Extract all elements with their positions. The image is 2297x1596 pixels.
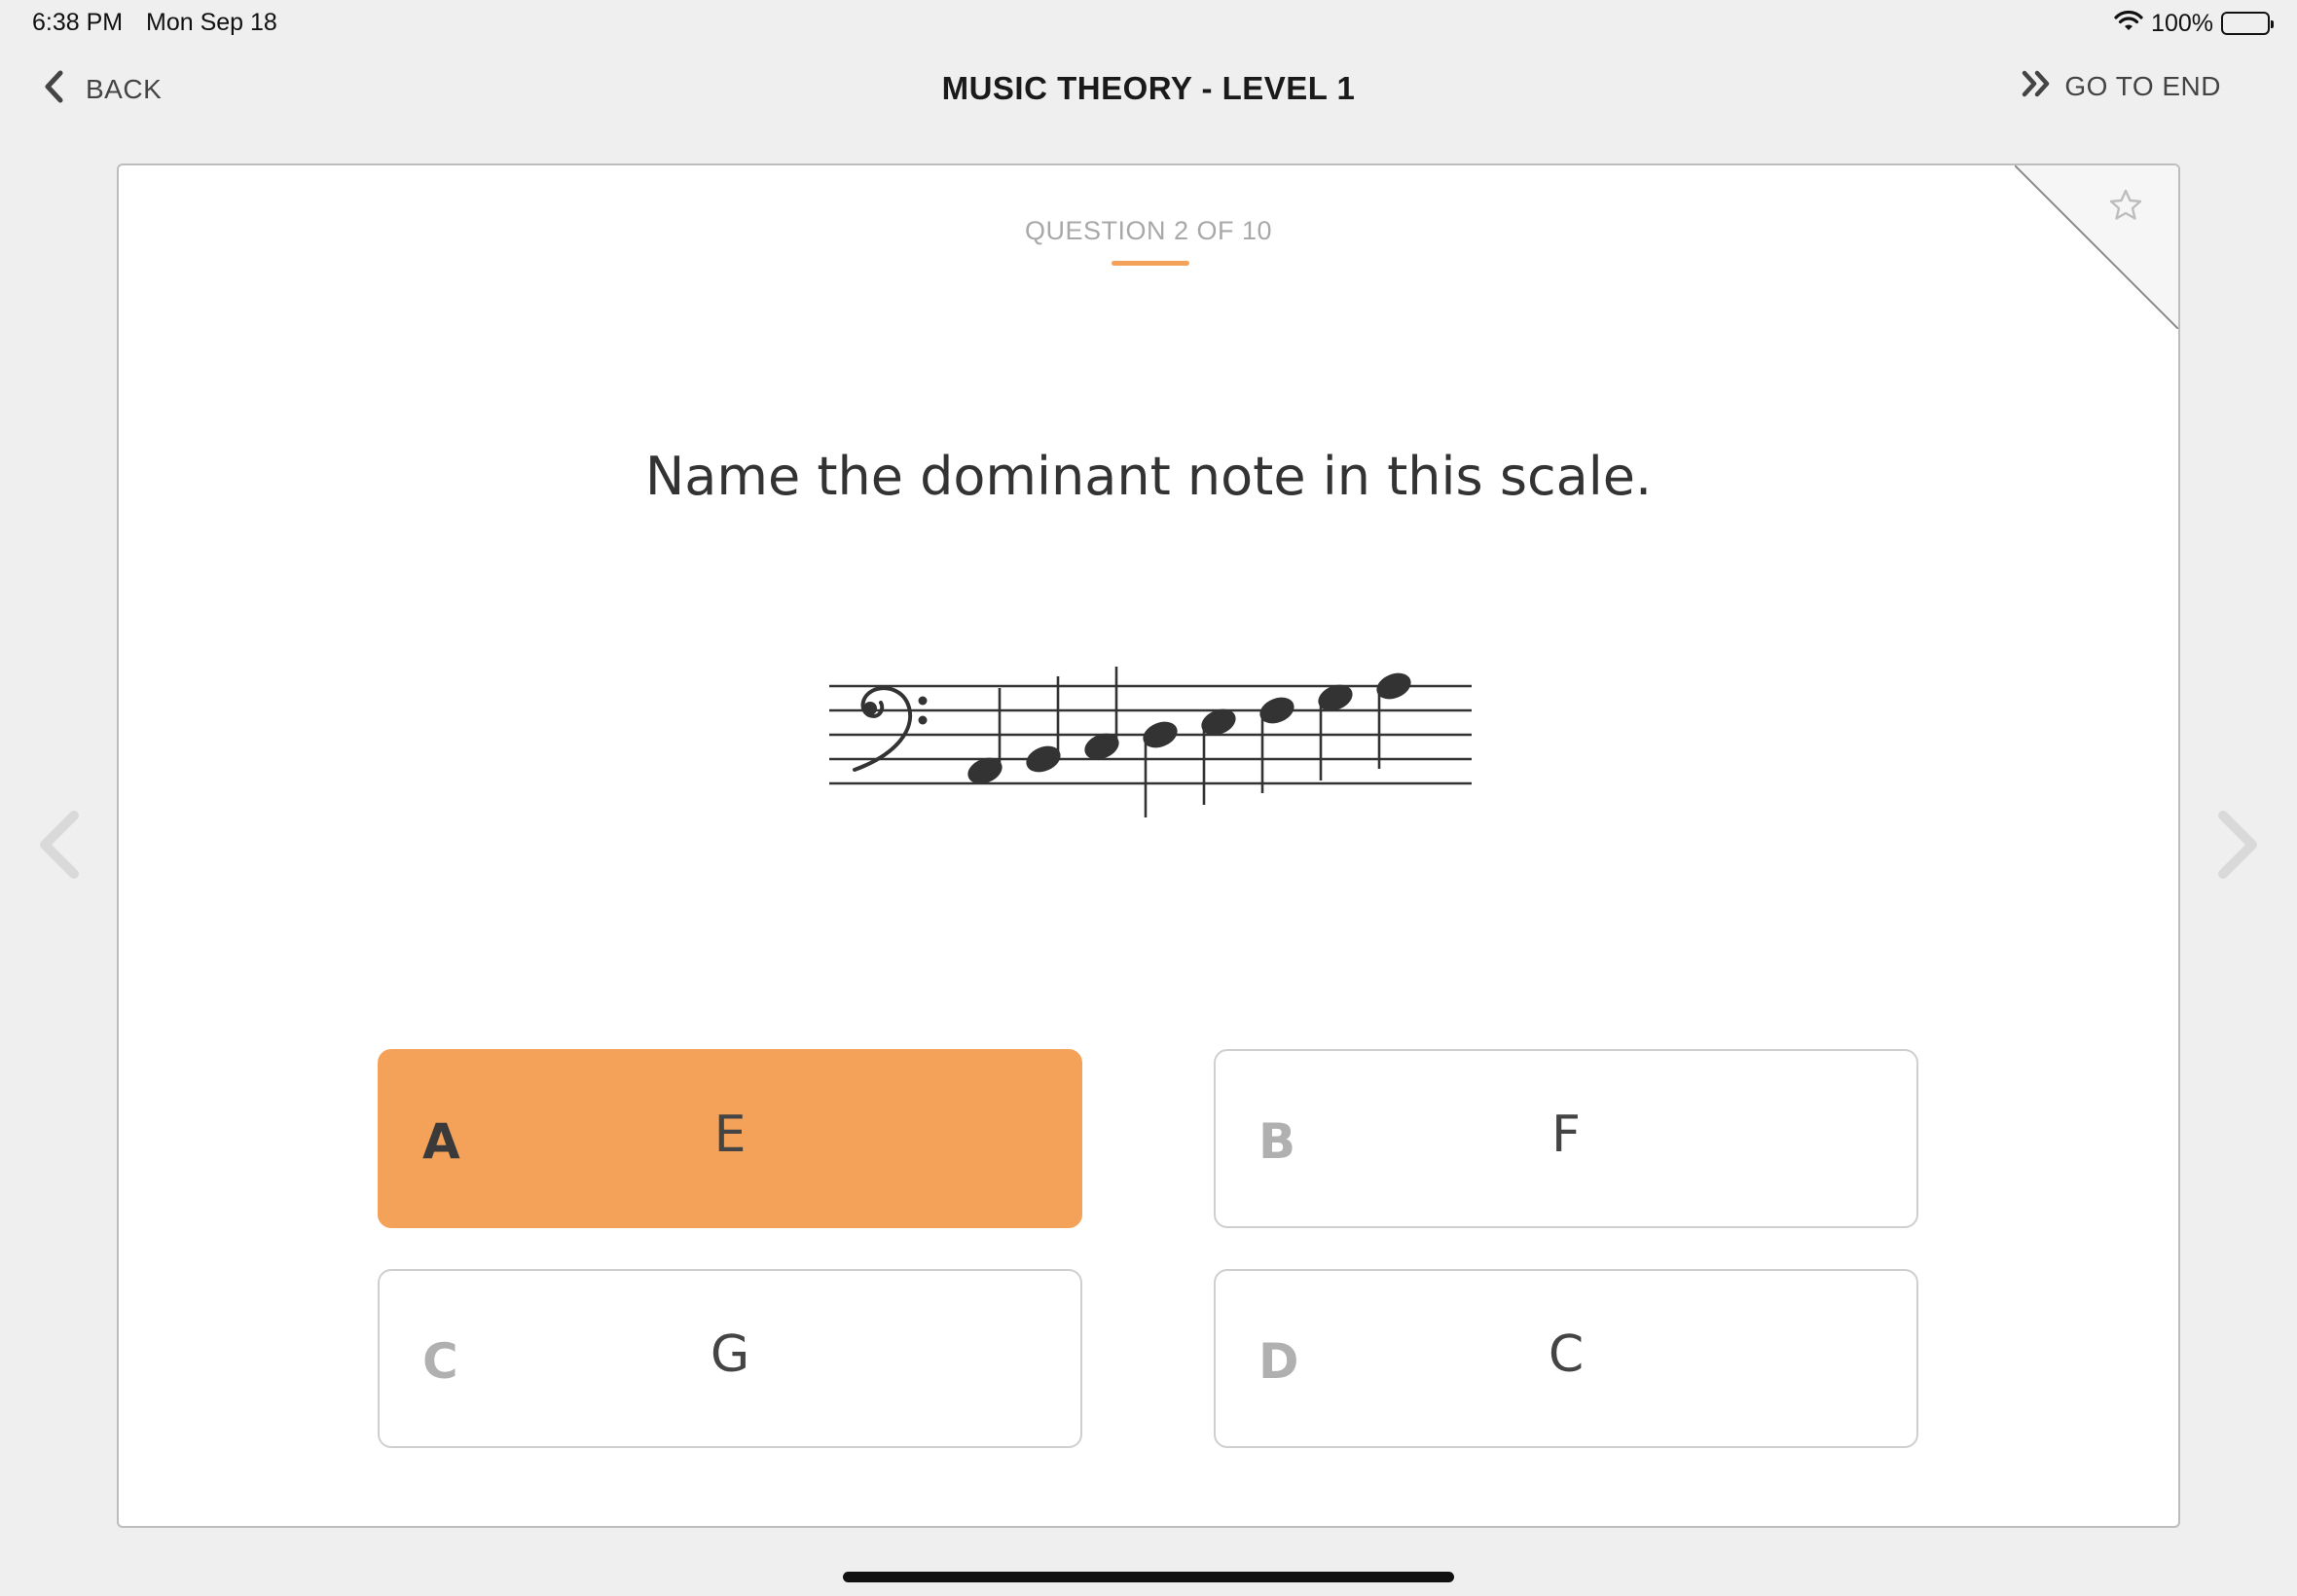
answer-value: F [1551,1106,1581,1164]
status-date: Mon Sep 18 [146,9,277,36]
question-text: Name the dominant note in this scale. [644,446,1653,507]
battery-icon [2221,12,2274,35]
answer-b-button[interactable]: B F [1214,1049,1918,1228]
wifi-icon [2114,10,2143,38]
counter-underline [1112,261,1189,266]
answer-value: C [1548,1325,1585,1384]
page-title: MUSIC THEORY - LEVEL 1 [941,70,1356,106]
question-counter: QUESTION 2 OF 10 [1024,216,1273,245]
go-to-end-button[interactable]: GO TO END [2022,70,2221,102]
chevron-left-icon [40,811,79,879]
note-6 [1259,697,1294,793]
note-3 [1084,667,1119,760]
status-indicators: 100% [2114,8,2274,39]
note-5 [1201,708,1236,805]
note-1 [967,688,1003,784]
bass-clef-icon [853,686,928,772]
bookmark-corner[interactable] [2014,165,2178,330]
answer-d-button[interactable]: D C [1214,1269,1918,1448]
note-8 [1376,672,1411,769]
battery-percent: 100% [2151,9,2213,37]
answer-a-button[interactable]: A E [378,1049,1082,1228]
home-indicator[interactable] [843,1572,1454,1582]
music-staff [829,667,1472,817]
status-time: 6:38 PM [32,9,124,36]
answer-value: E [713,1106,747,1164]
note-2 [1026,676,1061,773]
top-nav: BACK MUSIC THEORY - LEVEL 1 GO TO END [0,58,2297,123]
note-7 [1318,684,1353,780]
answer-value: G [710,1325,750,1384]
status-bar: 6:38 PM Mon Sep 18 100% [0,0,2297,47]
next-question-arrow[interactable] [2215,810,2262,885]
note-4 [1143,721,1178,817]
double-chevron-right-icon [2022,70,2053,102]
chevron-right-icon [2218,811,2257,879]
question-card: QUESTION 2 OF 10 Name the dominant note … [117,163,2180,1528]
go-to-end-label: GO TO END [2064,70,2221,101]
answer-c-button[interactable]: C G [378,1269,1082,1448]
previous-question-arrow[interactable] [35,810,82,885]
